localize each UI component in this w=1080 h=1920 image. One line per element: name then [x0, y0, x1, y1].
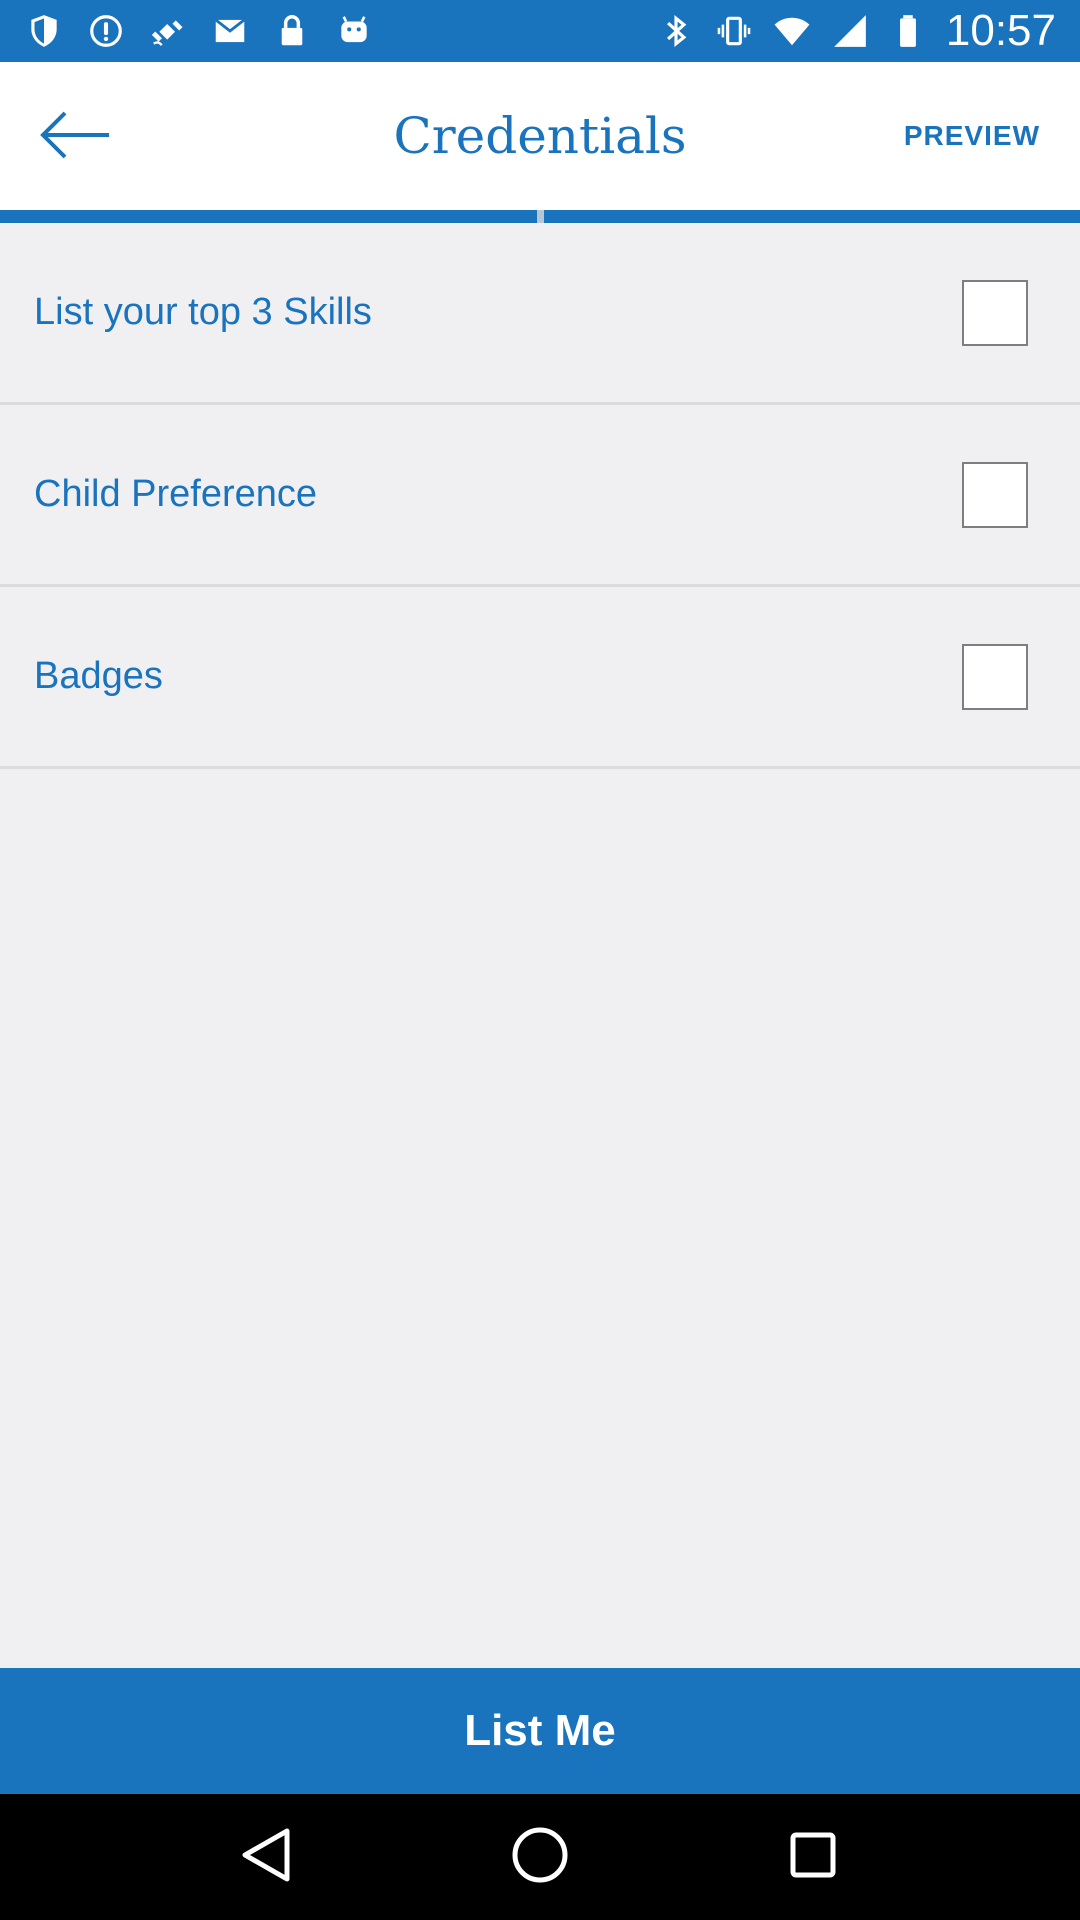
preview-button[interactable]: PREVIEW — [904, 108, 1040, 164]
nav-home-button[interactable] — [495, 1812, 585, 1902]
email-icon — [210, 11, 250, 51]
list-me-button[interactable]: List Me — [0, 1668, 1080, 1794]
child-preference-checkbox[interactable] — [962, 461, 1028, 528]
arrow-left-icon — [39, 110, 111, 165]
battery-icon — [888, 11, 928, 51]
fake-gps-icon — [148, 11, 188, 51]
list-item-label: Badges — [34, 655, 163, 697]
navigation-bar — [0, 1794, 1080, 1920]
back-button[interactable] — [30, 102, 120, 172]
signal-icon — [830, 11, 870, 51]
app-bar: Credentials PREVIEW — [0, 62, 1080, 210]
android-icon — [334, 11, 374, 51]
skills-checkbox[interactable] — [962, 279, 1028, 346]
lock-icon — [272, 11, 312, 51]
wifi-icon — [772, 11, 812, 51]
list-item-badges[interactable]: Badges — [0, 587, 1080, 769]
bluetooth-icon — [656, 11, 696, 51]
list-item-label: Child Preference — [34, 473, 318, 515]
list-item-label: List your top 3 Skills — [34, 291, 372, 333]
list-item-child-preference[interactable]: Child Preference — [0, 405, 1080, 587]
alert-circle-icon — [86, 11, 126, 51]
back-triangle-icon — [237, 1825, 297, 1890]
vibrate-icon — [714, 11, 754, 51]
badges-checkbox[interactable] — [962, 643, 1028, 710]
nav-recents-button[interactable] — [768, 1812, 858, 1902]
recents-square-icon — [785, 1827, 841, 1888]
status-left-icons — [24, 11, 374, 51]
progress-marker — [537, 210, 544, 223]
home-circle-icon — [508, 1823, 572, 1892]
progress-bar — [0, 210, 1080, 223]
status-right-icons: 10:57 — [656, 6, 1056, 56]
credentials-list: List your top 3 Skills Child Preference … — [0, 223, 1080, 769]
list-item-skills[interactable]: List your top 3 Skills — [0, 223, 1080, 405]
status-time: 10:57 — [945, 6, 1056, 55]
status-bar: 10:57 — [0, 0, 1080, 62]
nav-back-button[interactable] — [222, 1812, 312, 1902]
shield-icon — [24, 11, 64, 51]
